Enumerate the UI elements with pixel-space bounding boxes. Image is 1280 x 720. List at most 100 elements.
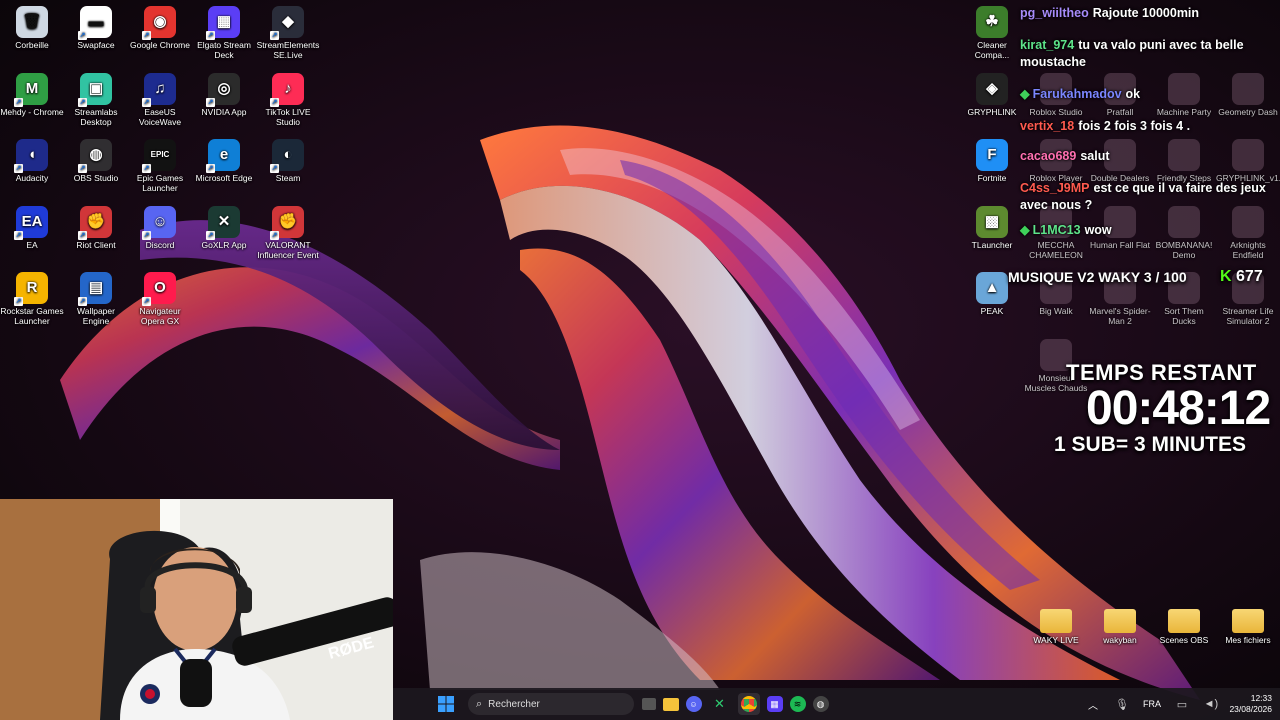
language-indicator[interactable]: FRA: [1140, 693, 1164, 715]
taskbar-search[interactable]: ⌕ Rechercher: [468, 693, 634, 715]
desktop-icon[interactable]: ◉ ↗ Google Chrome: [128, 0, 192, 50]
chat-text: wow: [1084, 223, 1112, 237]
desktop-icon[interactable]: F Fortnite: [960, 133, 1024, 183]
desktop-icon-label: Cleaner Compa...: [974, 40, 1010, 60]
start-button[interactable]: [435, 693, 457, 715]
desktop-icon-label: Fortnite: [977, 173, 1007, 183]
chat-message: ◆ Farukahmadov ok: [1020, 86, 1276, 103]
desktop-folder[interactable]: Scenes OBS: [1152, 599, 1216, 645]
shortcut-arrow-icon: ↗: [142, 31, 151, 40]
desktop-icon[interactable]: ✕ ↗ GoXLR App: [192, 200, 256, 250]
chat-text: fois 2 fois 3 fois 4 .: [1078, 119, 1191, 133]
desktop-icon[interactable]: ▤ ↗ Wallpaper Engine: [64, 266, 128, 326]
stream-deck-icon: ▦ ↗: [206, 6, 240, 40]
desktop-icon-label: StreamElements SE.Live: [256, 40, 320, 60]
music-banner: MUSIQUE V2 WAKY 3 / 100: [1008, 269, 1187, 285]
goxlr-taskbar-icon[interactable]: ✕: [709, 693, 731, 715]
desktop-folder[interactable]: Mes fichiers: [1216, 599, 1280, 645]
desktop-icon-label: Swapface: [77, 40, 115, 50]
discord-icon: ☺ ↗: [142, 205, 176, 240]
chat-message: ◆ L1MC13 wow: [1020, 222, 1276, 239]
shortcut-arrow-icon: ↗: [14, 230, 23, 240]
file-explorer-icon[interactable]: [662, 697, 679, 711]
desktop-icon[interactable]: ▬ ↗ Swapface: [64, 0, 128, 50]
desktop-icon[interactable]: ✊ ↗ VALORANT Influencer Event: [256, 200, 320, 260]
desktop-icon-label: Rockstar Games Launcher: [0, 306, 64, 326]
chat-badge-icon: ◆: [1020, 87, 1030, 101]
chat-text: ok: [1125, 87, 1141, 101]
desktop-icon-label: Audacity: [15, 173, 49, 183]
desktop-icon-label: Human Fall Flat: [1090, 239, 1150, 250]
desktop-icon[interactable]: ♫ ↗ EaseUS VoiceWave: [128, 67, 192, 127]
chat-message: pg_wiiltheo Rajoute 10000min: [1020, 5, 1276, 22]
desktop-icon[interactable]: M ↗ Mehdy - Chrome: [0, 67, 64, 117]
chat-text: salut: [1080, 149, 1110, 163]
desktop-icon[interactable]: ☘ Cleaner Compa...: [960, 0, 1024, 60]
edge-icon: e ↗: [206, 139, 240, 173]
desktop-icon-label: Sort Them Ducks: [1164, 306, 1204, 326]
clock-date: 23/08/2026: [1229, 704, 1272, 714]
chat-username: L1MC13: [1032, 223, 1081, 237]
desktop-icon-label: Roblox Studio: [1029, 106, 1083, 117]
tlauncher-icon: ▩: [976, 205, 1008, 238]
desktop-icon-label: Streamlabs Desktop: [74, 106, 118, 127]
shortcut-arrow-icon: ↗: [206, 97, 215, 107]
spotify-taskbar-icon[interactable]: ≋: [789, 696, 806, 712]
shortcut-arrow-icon: ↗: [270, 97, 279, 107]
desktop-folder[interactable]: WAKY LIVE: [1024, 599, 1088, 645]
shortcut-arrow-icon: ↗: [14, 297, 23, 306]
desktop-folder-label: wakyban: [1103, 635, 1137, 645]
desktop-icon-label: Streamer Life Simulator 2: [1222, 306, 1274, 326]
desktop-icon-label: EaseUS VoiceWave: [138, 106, 182, 127]
audacity-icon: ◖ ↗: [14, 139, 48, 173]
desktop-icon[interactable]: R ↗ Rockstar Games Launcher: [0, 266, 64, 326]
fortnite-icon: F: [976, 139, 1008, 171]
desktop-icon[interactable]: ◍ ↗ OBS Studio: [64, 133, 128, 183]
shortcut-arrow-icon: ↗: [78, 230, 87, 240]
desktop-icon[interactable]: ◐ ↗ Steam: [256, 133, 320, 183]
task-view-button[interactable]: [641, 698, 656, 710]
desktop-icon[interactable]: ☺ ↗ Discord: [128, 200, 192, 250]
discord-taskbar-icon[interactable]: ☺: [685, 696, 702, 712]
desktop-icon[interactable]: EPIC ↗ Epic Games Launcher: [128, 133, 192, 193]
network-icon[interactable]: ▭: [1171, 693, 1193, 715]
chrome-icon: ◉ ↗: [142, 6, 176, 40]
timer-countdown: 00:48:12: [1086, 382, 1271, 435]
chrome-taskbar-icon[interactable]: [737, 693, 760, 715]
desktop-icon-label: MECCHA CHAMELEON: [1029, 239, 1083, 260]
desktop-icon-label: GRYPHLINK: [967, 106, 1017, 117]
chevron-up-icon[interactable]: ︿: [1082, 693, 1104, 715]
desktop-icon[interactable]: ◆ ↗ StreamElements SE.Live: [256, 0, 320, 60]
chat-username: cacao689: [1020, 149, 1077, 163]
desktop-icon[interactable]: EA ↗ EA: [0, 200, 64, 250]
desktop-icon[interactable]: ◖ ↗ Audacity: [0, 133, 64, 183]
desktop-icon[interactable]: ✊ ↗ Riot Client: [64, 200, 128, 250]
desktop-icon[interactable]: ◎ ↗ NVIDIA App: [192, 67, 256, 117]
clock[interactable]: 12:33 23/08/2026: [1229, 693, 1272, 715]
desktop-icon[interactable]: 🗑 Corbeille: [0, 0, 64, 50]
desktop-icon[interactable]: ▦ ↗ Elgato Stream Deck: [192, 0, 256, 60]
desktop-icon[interactable]: e ↗ Microsoft Edge: [192, 133, 256, 183]
chat-username: kirat_974: [1020, 38, 1075, 52]
obs-taskbar-icon[interactable]: ◍: [812, 696, 829, 712]
desktop-icon-label: Steam: [275, 173, 301, 183]
desktop-icon[interactable]: O ↗ Navigateur Opera GX: [128, 266, 192, 326]
volume-icon[interactable]: ◄): [1200, 693, 1222, 715]
desktop-icon-label: Riot Client: [76, 239, 116, 250]
shortcut-arrow-icon: ↗: [142, 230, 151, 240]
microphone-icon[interactable]: 🎙: [1111, 693, 1133, 715]
desktop-icon[interactable]: ♪ ↗ TikTok LIVE Studio: [256, 67, 320, 127]
desktop-folder[interactable]: wakyban: [1088, 599, 1152, 645]
gryphlink-icon: ◈: [976, 72, 1008, 105]
obs-icon: ◍ ↗: [78, 139, 112, 173]
shortcut-arrow-icon: ↗: [142, 97, 151, 107]
ea-icon: EA ↗: [14, 205, 48, 240]
desktop-icon[interactable]: ▩ TLauncher: [960, 200, 1024, 250]
stream-deck-taskbar-icon[interactable]: ▦: [766, 696, 783, 712]
streamelements-icon: ◆ ↗: [270, 6, 304, 40]
desktop-icon[interactable]: ▣ ↗ Streamlabs Desktop: [64, 67, 128, 127]
desktop-icon-label: GoXLR App: [201, 239, 247, 250]
desktop-icon-label: Arknights Endfield: [1230, 239, 1266, 260]
desktop-icon[interactable]: ◈ GRYPHLINK: [960, 67, 1024, 117]
desktop-icon-label: Wallpaper Engine: [77, 306, 115, 326]
